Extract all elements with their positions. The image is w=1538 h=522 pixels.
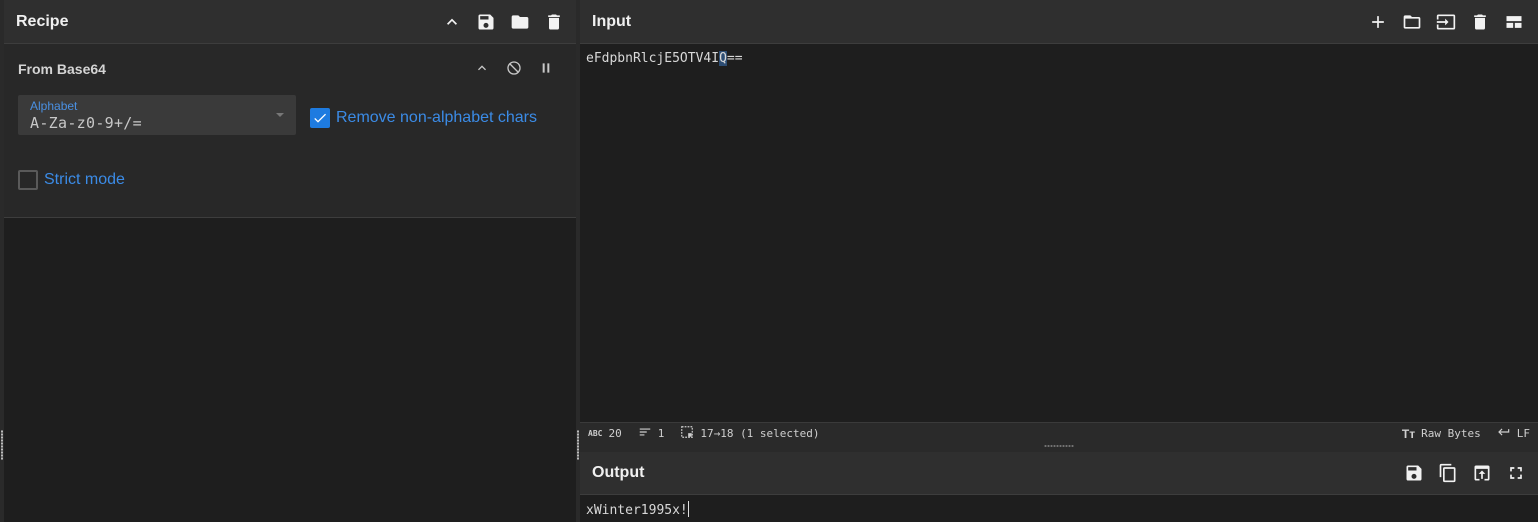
input-panel: Input eFdpbnRlcjE5OTV4IQ== ABC 20 1 17→1… bbox=[580, 0, 1538, 444]
selection-icon bbox=[680, 425, 694, 442]
input-textarea[interactable]: eFdpbnRlcjE5OTV4IQ== bbox=[586, 51, 743, 66]
open-file-input-icon[interactable] bbox=[1436, 12, 1456, 32]
length-status: ABC 20 bbox=[588, 427, 622, 440]
lines-status: 1 bbox=[638, 425, 665, 442]
input-title: Input bbox=[592, 12, 632, 30]
encoding-status[interactable]: Tт Raw Bytes bbox=[1402, 427, 1481, 441]
input-status-bar: ABC 20 1 17→18 (1 selected) Tт Raw Bytes bbox=[580, 422, 1538, 444]
output-textarea[interactable]: xWinter1995x! bbox=[586, 501, 689, 518]
output-text: xWinter1995x! bbox=[586, 503, 688, 518]
open-folder-icon[interactable] bbox=[1402, 12, 1422, 32]
eol-status[interactable]: LF bbox=[1497, 425, 1530, 442]
recipe-panel: Recipe From Base64 Alphabet A-Za-z0-9+/=… bbox=[4, 0, 576, 522]
output-panel: Output xWinter1995x! bbox=[580, 452, 1538, 522]
save-output-icon[interactable] bbox=[1404, 463, 1424, 483]
remove-non-alphabet-checkbox[interactable]: Remove non-alphabet chars bbox=[310, 108, 537, 128]
resize-grip[interactable] bbox=[1, 430, 3, 460]
disable-operation-icon[interactable] bbox=[504, 58, 524, 78]
resize-grip[interactable] bbox=[577, 430, 579, 460]
output-toolbar bbox=[1404, 463, 1526, 483]
output-header: Output bbox=[580, 452, 1538, 495]
maximise-output-icon[interactable] bbox=[1506, 463, 1526, 483]
resize-grip[interactable] bbox=[1044, 445, 1074, 447]
copy-output-icon[interactable] bbox=[1438, 463, 1458, 483]
lines-icon bbox=[638, 425, 652, 442]
output-title: Output bbox=[592, 464, 645, 481]
recipe-toolbar bbox=[442, 12, 564, 32]
alphabet-value: A-Za-z0-9+/= bbox=[30, 114, 142, 132]
checkbox-unchecked-icon[interactable] bbox=[18, 170, 38, 190]
dropdown-caret-icon bbox=[276, 113, 284, 117]
encoding-value: Raw Bytes bbox=[1421, 427, 1481, 440]
alphabet-label: Alphabet bbox=[30, 99, 78, 113]
pause-breakpoint-icon[interactable] bbox=[536, 58, 556, 78]
eol-value: LF bbox=[1516, 427, 1530, 440]
recipe-title: Recipe bbox=[16, 12, 69, 30]
clear-recipe-trash-icon[interactable] bbox=[544, 12, 564, 32]
minimise-operation-icon[interactable] bbox=[472, 58, 492, 78]
remove-non-alphabet-label: Remove non-alphabet chars bbox=[336, 109, 538, 126]
strict-mode-label: Strict mode bbox=[44, 171, 125, 188]
cyberchef-app: Recipe From Base64 Alphabet A-Za-z0-9+/=… bbox=[0, 0, 1538, 522]
input-text-after: == bbox=[726, 51, 743, 66]
add-tab-plus-icon[interactable] bbox=[1368, 12, 1388, 32]
operation-title: From Base64 bbox=[18, 61, 106, 77]
load-recipe-folder-icon[interactable] bbox=[510, 12, 530, 32]
recipe-header: Recipe bbox=[4, 0, 576, 44]
input-toolbar bbox=[1368, 12, 1524, 32]
collapse-all-icon[interactable] bbox=[442, 12, 462, 32]
io-splitter[interactable] bbox=[580, 444, 1538, 452]
strict-mode-checkbox[interactable]: Strict mode bbox=[18, 170, 125, 190]
input-header: Input bbox=[580, 0, 1538, 44]
replace-input-with-output-icon[interactable] bbox=[1472, 463, 1492, 483]
input-text-before: eFdpbnRlcjE5OTV4I bbox=[586, 51, 720, 66]
abc-length-icon: ABC bbox=[588, 429, 603, 438]
text-cursor bbox=[687, 501, 689, 517]
input-selection: Q bbox=[719, 51, 727, 66]
eol-return-icon bbox=[1497, 425, 1511, 442]
operation-controls bbox=[472, 58, 556, 78]
clear-input-trash-icon[interactable] bbox=[1470, 12, 1490, 32]
selection-status: 17→18 (1 selected) bbox=[680, 425, 820, 442]
lines-value: 1 bbox=[657, 427, 665, 440]
selection-value: 17→18 (1 selected) bbox=[700, 427, 820, 440]
input-text-selected: Q bbox=[719, 51, 727, 66]
checkbox-checked-icon[interactable] bbox=[310, 108, 330, 128]
save-recipe-icon[interactable] bbox=[476, 12, 496, 32]
reset-layout-icon[interactable] bbox=[1504, 12, 1524, 32]
length-value: 20 bbox=[608, 427, 622, 440]
alphabet-select[interactable]: Alphabet A-Za-z0-9+/= bbox=[18, 95, 296, 135]
text-encoding-icon: Tт bbox=[1401, 426, 1416, 441]
